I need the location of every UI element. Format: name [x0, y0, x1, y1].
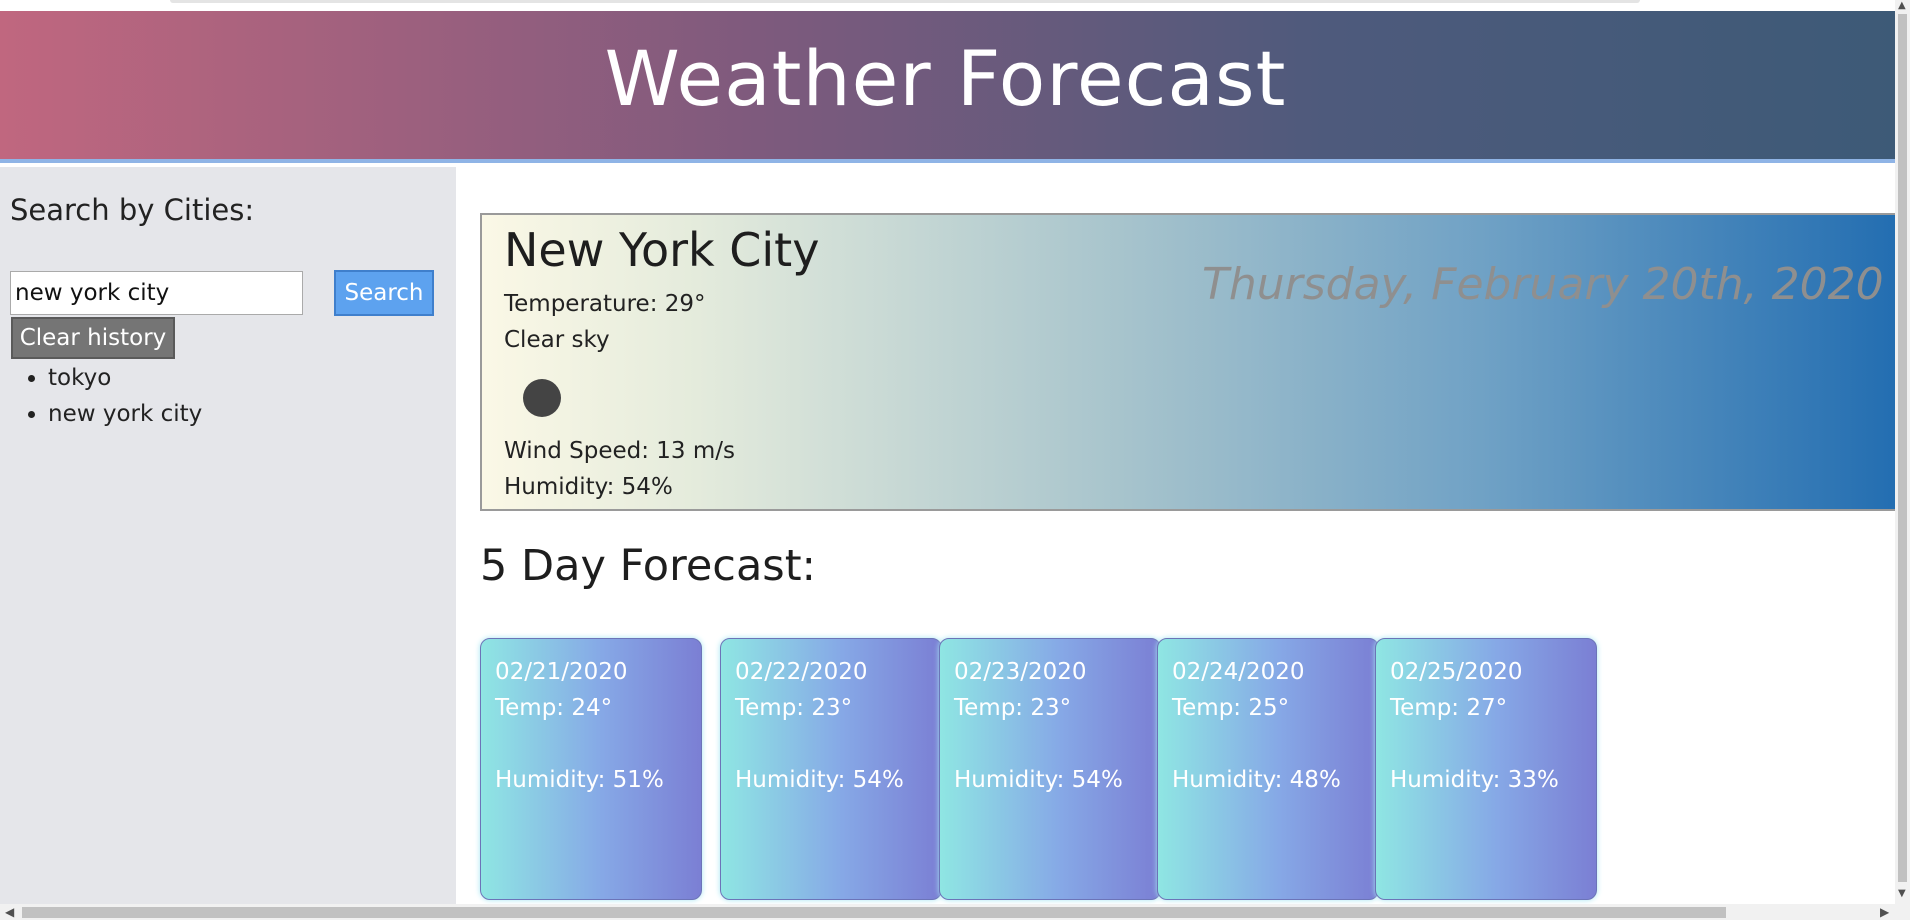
forecast-card: 02/24/2020 Temp: 25° Humidity: 48% [1157, 638, 1379, 900]
scroll-left-icon[interactable]: ◀ [5, 905, 14, 919]
current-temperature: Temperature: 29° [504, 291, 706, 317]
forecast-humidity: Humidity: 51% [495, 767, 664, 793]
main-content: New York City Thursday, February 20th, 2… [456, 167, 1895, 904]
current-humidity: Humidity: 54% [504, 474, 673, 500]
page-header: Weather Forecast [0, 11, 1895, 163]
horizontal-scrollbar[interactable]: ◀ ▶ [0, 904, 1895, 920]
forecast-date: 02/25/2020 [1390, 659, 1523, 685]
forecast-card: 02/23/2020 Temp: 23° Humidity: 54% [939, 638, 1161, 900]
horizontal-scroll-thumb[interactable] [22, 907, 1726, 918]
forecast-humidity: Humidity: 54% [735, 767, 904, 793]
forecast-humidity: Humidity: 54% [954, 767, 1123, 793]
scroll-up-icon[interactable]: ▲ [1898, 0, 1906, 11]
forecast-date: 02/21/2020 [495, 659, 628, 685]
current-date: Thursday, February 20th, 2020 [1202, 259, 1884, 310]
forecast-temp: Temp: 23° [954, 695, 1072, 721]
forecast-heading: 5 Day Forecast: [480, 541, 817, 591]
current-weather-card: New York City Thursday, February 20th, 2… [480, 213, 1895, 511]
current-city: New York City [504, 223, 820, 277]
search-button[interactable]: Search [334, 270, 434, 316]
forecast-card: 02/22/2020 Temp: 23° Humidity: 54% [720, 638, 942, 900]
history-item-tokyo[interactable]: tokyo [48, 360, 202, 396]
forecast-temp: Temp: 23° [735, 695, 853, 721]
search-heading: Search by Cities: [10, 193, 255, 227]
sidebar: Search by Cities: Search Clear history t… [0, 167, 456, 904]
clear-sky-icon [523, 379, 561, 417]
forecast-humidity: Humidity: 48% [1172, 767, 1341, 793]
forecast-temp: Temp: 25° [1172, 695, 1290, 721]
forecast-date: 02/23/2020 [954, 659, 1087, 685]
browser-top-strip [0, 0, 1910, 11]
city-search-input[interactable] [10, 271, 303, 315]
clear-history-button[interactable]: Clear history [11, 317, 175, 359]
current-description: Clear sky [504, 327, 610, 353]
current-wind-speed: Wind Speed: 13 m/s [504, 438, 735, 464]
forecast-date: 02/22/2020 [735, 659, 868, 685]
vertical-scroll-thumb[interactable] [1898, 14, 1907, 882]
scroll-down-icon[interactable]: ▼ [1898, 888, 1906, 899]
forecast-card: 02/25/2020 Temp: 27° Humidity: 33% [1375, 638, 1597, 900]
forecast-card: 02/21/2020 Temp: 24° Humidity: 51% [480, 638, 702, 900]
scroll-right-icon[interactable]: ▶ [1880, 905, 1889, 919]
forecast-humidity: Humidity: 33% [1390, 767, 1559, 793]
search-history-list: tokyo new york city [0, 360, 202, 432]
vertical-scrollbar[interactable]: ▲ ▼ [1895, 0, 1910, 920]
page-title: Weather Forecast [604, 34, 1287, 123]
forecast-date: 02/24/2020 [1172, 659, 1305, 685]
forecast-temp: Temp: 24° [495, 695, 613, 721]
forecast-temp: Temp: 27° [1390, 695, 1508, 721]
history-item-new-york-city[interactable]: new york city [48, 396, 202, 432]
browser-tab-edge [170, 0, 1640, 3]
